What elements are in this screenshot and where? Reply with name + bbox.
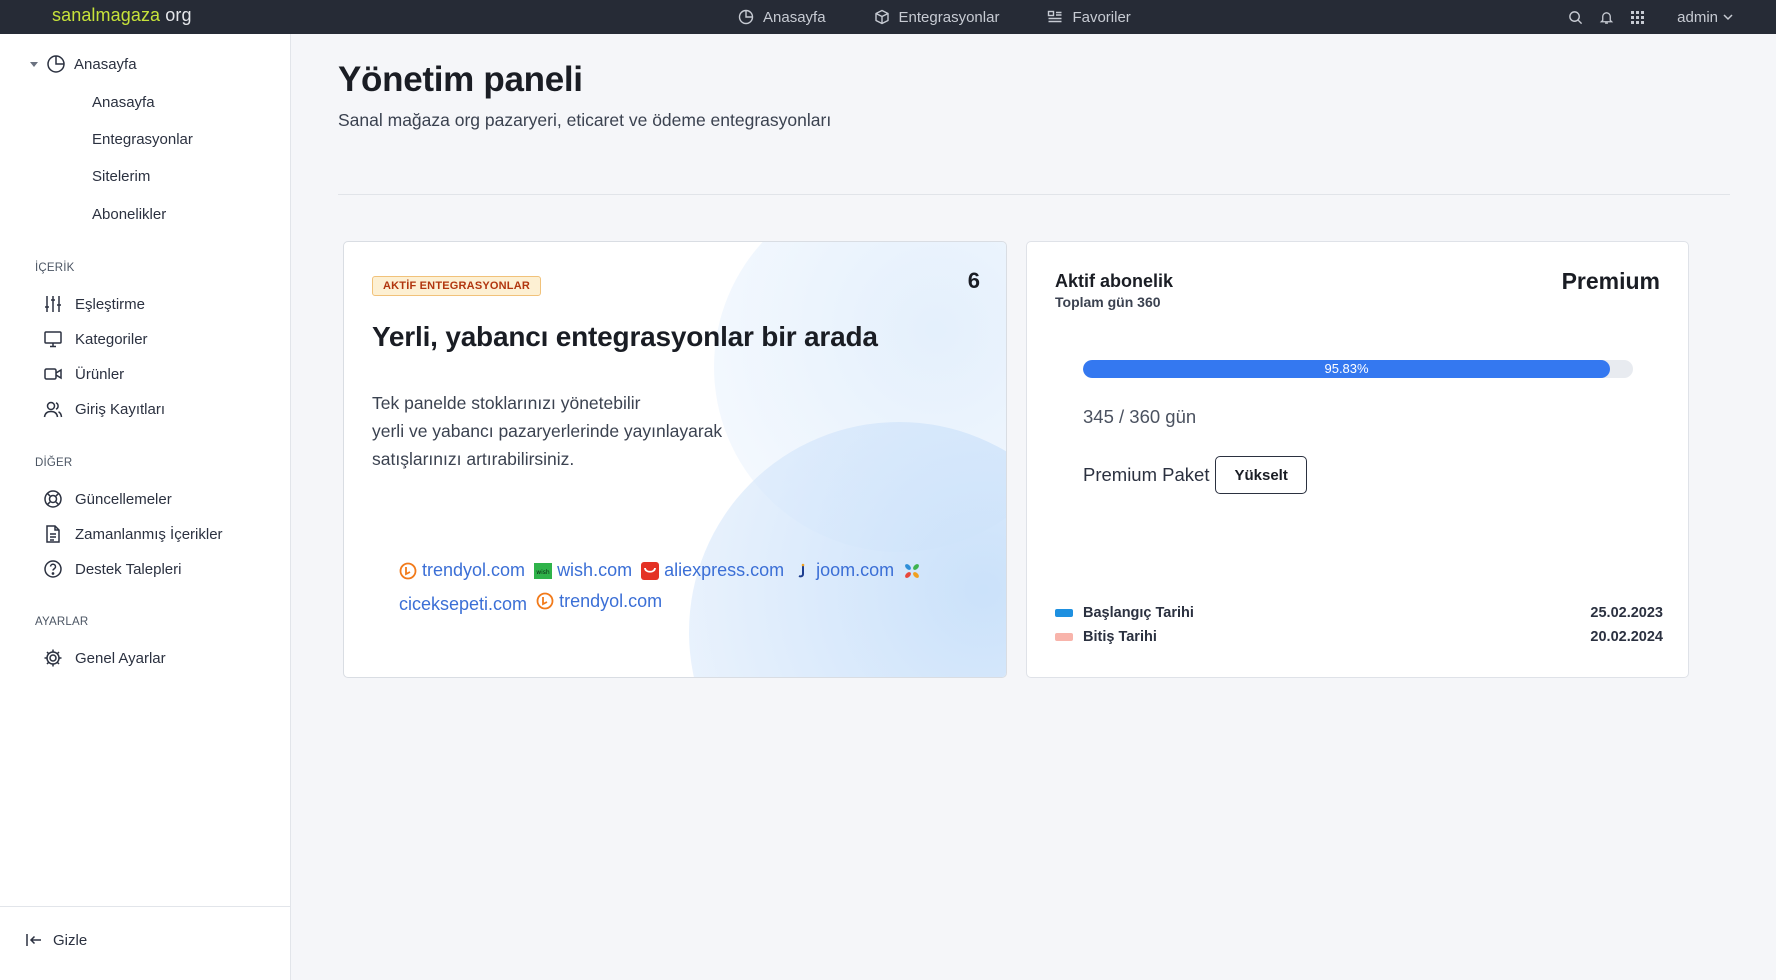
sidebar: Anasayfa Anasayfa Entegrasyonlar Siteler…	[0, 34, 291, 980]
legend-end-date: Bitiş Tarihi 20.02.2024	[1055, 629, 1663, 645]
sidebar-item-kategoriler[interactable]: Kategoriler	[43, 329, 148, 349]
video-camera-icon	[44, 368, 62, 380]
chevron-down-icon	[1723, 14, 1733, 21]
sidebar-item-guncellemeler[interactable]: Güncellemeler	[43, 489, 172, 509]
sidebar-footer: Gizle	[0, 906, 291, 980]
sidebar-subitem-sitelerim[interactable]: Sitelerim	[92, 168, 150, 185]
top-bar: sanalmagaza org Anasayfa Entegrasyonlar …	[0, 0, 1776, 34]
chart-pie-icon	[738, 9, 754, 25]
upgrade-button[interactable]: Yükselt	[1215, 456, 1307, 494]
lifebuoy-icon	[44, 490, 62, 508]
chart-pie-icon	[47, 55, 65, 73]
integrations-description: Tek panelde stoklarınızı yönetebilir yer…	[372, 393, 723, 469]
start-date-value: 25.02.2023	[1590, 605, 1663, 621]
search-button[interactable]	[1568, 10, 1583, 25]
wish-logo-icon: wish	[534, 562, 553, 579]
integrations-title: Yerli, yabancı entegrasyonlar bir arada	[372, 321, 878, 352]
subscription-total-days: Toplam gün 360	[1055, 294, 1161, 310]
integrations-card: AKTİF ENTEGRASYONLAR 6 Yerli, yabancı en…	[343, 241, 1007, 678]
notifications-button[interactable]	[1599, 10, 1614, 25]
trendyol-logo-icon	[399, 562, 417, 579]
integration-count: 6	[967, 268, 980, 293]
sidebar-item-urunler[interactable]: Ürünler	[43, 364, 124, 384]
subscription-title: Aktif abonelik	[1055, 271, 1174, 291]
joom-logo-icon	[798, 563, 805, 577]
link-ciceksepeti[interactable]: ciceksepeti.com	[399, 591, 527, 618]
grid-icon	[1631, 10, 1645, 24]
cube-icon	[874, 9, 889, 25]
sidebar-section-ayarlar: AYARLAR	[35, 616, 89, 628]
sidebar-item-zamanlanmis-icerikler[interactable]: Zamanlanmış İçerikler	[43, 524, 223, 544]
users-icon	[43, 401, 63, 418]
sidebar-item-genel-ayarlar[interactable]: Genel Ayarlar	[43, 648, 166, 668]
svg-text:wish: wish	[536, 569, 550, 576]
link-trendyol-2[interactable]: trendyol.com	[536, 588, 662, 615]
help-circle-icon	[44, 560, 62, 578]
topnav-item-anasayfa[interactable]: Anasayfa	[738, 9, 826, 26]
ciceksepeti-logo-icon	[905, 563, 920, 578]
package-row: Premium Paket Yükselt	[1083, 456, 1307, 494]
sidebar-section-icerik: İÇERİK	[35, 262, 75, 274]
aliexpress-logo-icon	[641, 561, 660, 580]
sidebar-subitem-anasayfa[interactable]: Anasayfa	[92, 94, 155, 111]
top-right-actions: admin	[1568, 0, 1734, 34]
legend-swatch	[1055, 633, 1073, 641]
legend-swatch	[1055, 609, 1073, 617]
monitor-icon	[44, 331, 62, 348]
sidebar-subitem-abonelikler[interactable]: Abonelikler	[92, 206, 166, 223]
link-joom[interactable]: joom.com	[793, 557, 894, 584]
end-date-value: 20.02.2024	[1590, 629, 1663, 645]
list-icon	[1048, 10, 1062, 23]
search-icon	[1569, 10, 1583, 24]
link-trendyol[interactable]: trendyol.com	[399, 557, 525, 584]
hide-sidebar-button[interactable]: Gizle	[25, 931, 87, 949]
status-badge: AKTİF ENTEGRASYONLAR	[372, 276, 541, 296]
sidebar-item-giris-kayitlari[interactable]: Giriş Kayıtları	[43, 399, 165, 419]
subscription-progress-bar: 95.83%	[1083, 360, 1633, 378]
package-label: Premium Paket	[1083, 464, 1210, 485]
bell-icon	[1599, 11, 1614, 24]
link-wish[interactable]: wish wish.com	[534, 557, 632, 584]
document-icon	[46, 525, 60, 543]
collapse-left-icon	[26, 934, 41, 946]
sidebar-section-diger: DİĞER	[35, 457, 73, 469]
trendyol-logo-icon	[536, 592, 554, 610]
gear-icon	[44, 649, 62, 667]
sidebar-item-eslestirme[interactable]: Eşleştirme	[43, 294, 145, 314]
topnav-item-entegrasyonlar[interactable]: Entegrasyonlar	[874, 9, 999, 26]
page-subtitle: Sanal mağaza org pazaryeri, eticaret ve …	[338, 110, 832, 130]
apps-button[interactable]	[1630, 10, 1645, 25]
progress-fill: 95.83%	[1083, 360, 1611, 378]
link-ciceksepeti-logo[interactable]	[903, 562, 921, 580]
legend-start-date: Başlangıç Tarihi 25.02.2023	[1055, 605, 1663, 621]
integration-links: trendyol.com wish wish.com aliexpress.co…	[399, 557, 959, 618]
page-title: Yönetim paneli	[338, 60, 583, 99]
days-remaining: 345 / 360 gün	[1083, 406, 1197, 427]
user-menu[interactable]: admin	[1677, 9, 1734, 26]
topnav-item-favoriler[interactable]: Favoriler	[1047, 9, 1131, 26]
link-aliexpress[interactable]: aliexpress.com	[641, 557, 784, 584]
top-navigation: Anasayfa Entegrasyonlar Favoriler	[738, 0, 1131, 34]
caret-down-icon	[30, 61, 38, 67]
sliders-icon	[45, 296, 61, 312]
sidebar-item-destek-talepleri[interactable]: Destek Talepleri	[43, 559, 181, 579]
subscription-plan: Premium	[1561, 268, 1660, 294]
brand-logo[interactable]: sanalmagaza org	[52, 5, 192, 26]
header-divider	[338, 194, 1730, 195]
sidebar-group-anasayfa[interactable]: Anasayfa	[30, 54, 137, 74]
subscription-card: Aktif abonelik Toplam gün 360 Premium 95…	[1026, 241, 1689, 678]
sidebar-subitem-entegrasyonlar[interactable]: Entegrasyonlar	[92, 131, 193, 148]
